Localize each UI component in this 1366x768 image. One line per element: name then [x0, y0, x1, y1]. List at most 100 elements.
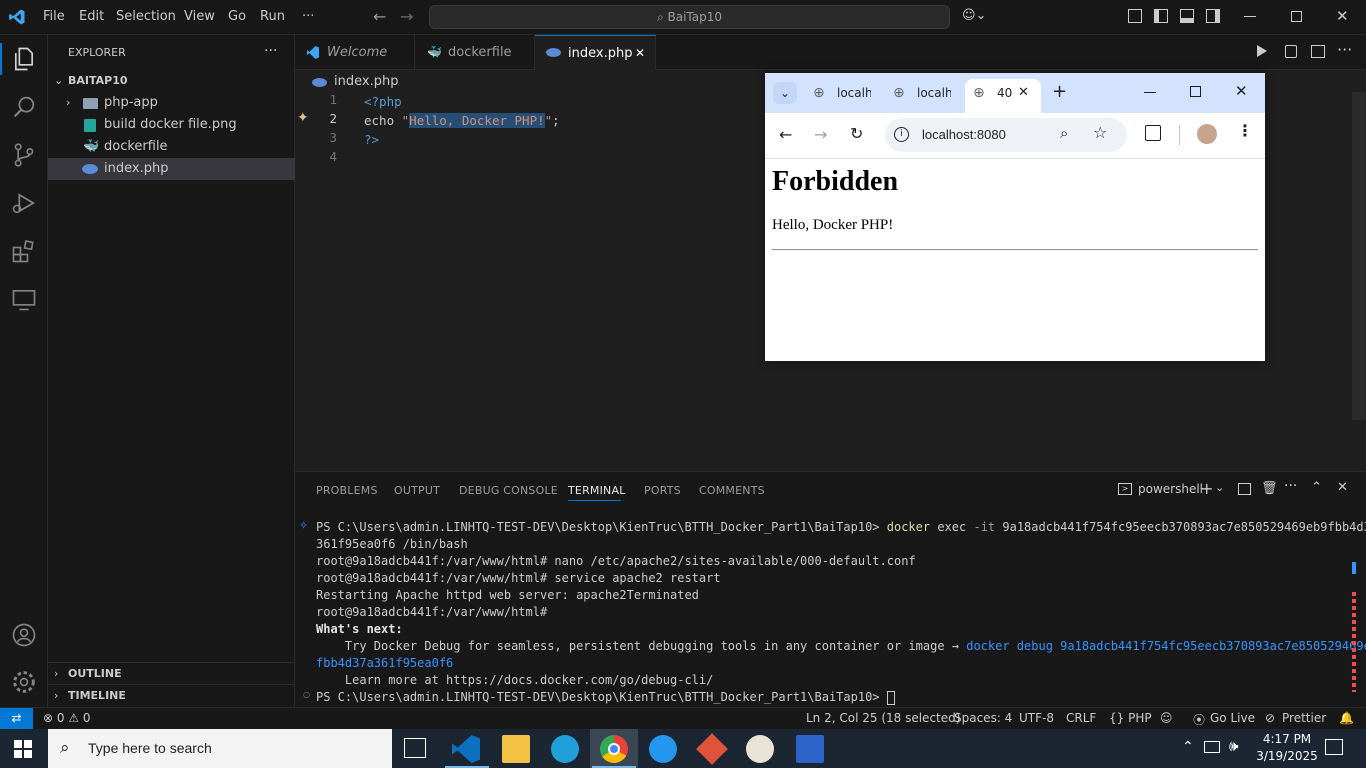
toggle-panel-icon[interactable]	[1180, 9, 1194, 23]
open-changes-icon[interactable]	[1285, 45, 1297, 58]
menu-run[interactable]: Run	[260, 9, 285, 24]
reload-icon[interactable]: ↻	[850, 124, 863, 143]
menu-edit[interactable]: Edit	[79, 9, 104, 24]
command-center-search[interactable]: ⌕ BaiTap10	[429, 5, 950, 29]
explorer-icon[interactable]	[10, 45, 38, 73]
run-debug-icon[interactable]	[10, 189, 38, 217]
more-actions-icon[interactable]: ···	[1284, 478, 1297, 494]
line-ending[interactable]: CRLF	[1066, 711, 1096, 725]
close-tab-icon[interactable]: ✕	[1018, 79, 1029, 107]
close-window-icon[interactable]: ✕	[1235, 82, 1248, 100]
timeline-section[interactable]: › TIMELINE	[48, 684, 295, 706]
tab-terminal[interactable]: TERMINAL	[568, 484, 626, 497]
network-icon[interactable]	[1204, 741, 1220, 753]
bookmark-star-icon[interactable]: ☆	[1093, 123, 1107, 142]
outline-section[interactable]: › OUTLINE	[48, 662, 295, 684]
browser-tab-3-active[interactable]: ⊕ 40 ✕	[965, 79, 1041, 113]
maximize-icon[interactable]	[1190, 86, 1201, 97]
problems-count[interactable]: ⊗ 0 ⚠ 0	[43, 711, 91, 725]
tab-ports[interactable]: PORTS	[644, 484, 681, 497]
tab-output[interactable]: OUTPUT	[394, 484, 440, 497]
tab-index-php[interactable]: index.php ✕	[535, 35, 656, 70]
paint-icon[interactable]	[746, 735, 774, 763]
docker-desktop-icon[interactable]	[649, 735, 677, 763]
show-hidden-icons-icon[interactable]: ⌃	[1182, 739, 1194, 755]
tab-problems[interactable]: PROBLEMS	[316, 484, 378, 497]
folder-header-baitap10[interactable]: ⌄ BAITAP10	[48, 70, 295, 92]
toggle-secondary-sidebar-icon[interactable]	[1206, 9, 1220, 23]
remote-explorer-icon[interactable]	[10, 285, 38, 313]
back-arrow-icon[interactable]: ←	[779, 125, 792, 144]
minimize-icon[interactable]	[1144, 92, 1156, 93]
split-editor-icon[interactable]	[1311, 45, 1325, 58]
clock-date[interactable]: 3/19/2025	[1253, 749, 1321, 763]
chrome-menu-icon[interactable]: ⋮	[1237, 121, 1253, 140]
tree-item-php-app[interactable]: › php-app	[48, 92, 295, 114]
zoom-icon[interactable]: ⌕	[1060, 124, 1068, 142]
browser-tab-1[interactable]: ⊕ localhost	[805, 79, 885, 113]
menu-view[interactable]: View	[184, 9, 215, 24]
copilot-status-icon[interactable]: ☺	[1160, 711, 1173, 725]
split-terminal-icon[interactable]	[1238, 483, 1251, 495]
more-actions-icon[interactable]: ···	[264, 43, 277, 59]
notifications-bell-icon[interactable]: 🔔	[1339, 711, 1354, 725]
tree-item-index-php[interactable]: index.php	[48, 158, 295, 180]
edge-browser-icon[interactable]	[551, 735, 579, 763]
chrome-taskbar-button[interactable]	[590, 729, 638, 768]
toggle-sidebar-icon[interactable]	[1154, 9, 1168, 23]
minimize-icon[interactable]	[1244, 16, 1256, 17]
powershell-icon[interactable]	[796, 735, 824, 763]
search-icon[interactable]	[10, 93, 38, 121]
indentation[interactable]: Spaces: 4	[954, 711, 1012, 725]
clock-time[interactable]: 4:17 PM	[1257, 732, 1317, 746]
new-tab-icon[interactable]: +	[1052, 81, 1067, 102]
file-explorer-icon[interactable]	[502, 735, 530, 763]
git-icon[interactable]	[696, 733, 728, 765]
tree-item-build-docker-file-png[interactable]: build docker file.png	[48, 114, 295, 136]
customize-layout-icon[interactable]	[1128, 9, 1142, 23]
windows-start-icon[interactable]	[14, 740, 32, 758]
notification-center-icon[interactable]	[1325, 739, 1343, 755]
tab-dockerfile[interactable]: 🐳 dockerfile	[415, 35, 535, 70]
tab-search-icon[interactable]: ⌄	[773, 82, 797, 104]
language-mode[interactable]: {} PHP	[1109, 711, 1152, 725]
extensions-icon[interactable]	[1145, 125, 1161, 141]
close-tab-icon[interactable]: ✕	[635, 36, 645, 71]
taskbar-search-box[interactable]: ⌕ Type here to search	[48, 729, 392, 768]
more-actions-icon[interactable]: ···	[1337, 40, 1352, 59]
chevron-down-icon[interactable]: ⌄	[1215, 481, 1224, 494]
address-bar[interactable]: i localhost:8080 ⌕ ☆	[885, 118, 1127, 152]
volume-icon[interactable]: 🕪	[1229, 737, 1238, 755]
settings-gear-icon[interactable]	[10, 668, 38, 696]
source-control-icon[interactable]	[10, 141, 38, 169]
browser-tab-2[interactable]: ⊕ localhost	[885, 79, 965, 113]
encoding[interactable]: UTF-8	[1019, 711, 1054, 725]
forward-arrow-icon[interactable]: →	[400, 7, 413, 26]
tab-welcome[interactable]: Welcome	[295, 35, 415, 70]
accounts-icon[interactable]	[10, 621, 38, 649]
shell-name[interactable]: powershell	[1138, 482, 1203, 496]
chrome-browser-window[interactable]: ⌄ ⊕ localhost ⊕ localhost ⊕ 40 ✕ + ✕ ← →…	[765, 73, 1265, 361]
terminal-link[interactable]: docker debug 9a18adcb441f754fc95eecb3708…	[966, 639, 1366, 653]
go-live-button[interactable]: Go Live	[1210, 711, 1255, 725]
terminal-line[interactable]: fbb4d37a361f95ea0f6	[316, 655, 453, 672]
task-view-icon[interactable]	[404, 738, 426, 758]
lightbulb-icon[interactable]: ✦	[297, 110, 309, 126]
tab-debug-console[interactable]: DEBUG CONSOLE	[459, 484, 558, 497]
tab-comments[interactable]: COMMENTS	[699, 484, 765, 497]
vscode-taskbar-icon[interactable]	[452, 735, 480, 763]
copilot-icon[interactable]: ☺⌄	[962, 8, 986, 23]
close-panel-icon[interactable]: ✕	[1337, 480, 1348, 495]
menu-selection[interactable]: Selection	[116, 9, 176, 24]
editor-scrollbar[interactable]	[1352, 92, 1366, 420]
menu-go[interactable]: Go	[228, 9, 246, 24]
forward-arrow-icon[interactable]: →	[814, 125, 827, 144]
new-terminal-icon[interactable]: +	[1200, 479, 1213, 498]
profile-avatar[interactable]	[1197, 124, 1217, 144]
maximize-panel-icon[interactable]: ⌃	[1311, 480, 1322, 495]
run-file-icon[interactable]	[1257, 45, 1267, 57]
remote-indicator-icon[interactable]: ⇄	[0, 708, 33, 729]
menu-more[interactable]: ···	[302, 9, 314, 24]
close-window-icon[interactable]: ✕	[1336, 7, 1349, 25]
trash-icon[interactable]: 🗑	[1261, 481, 1278, 496]
